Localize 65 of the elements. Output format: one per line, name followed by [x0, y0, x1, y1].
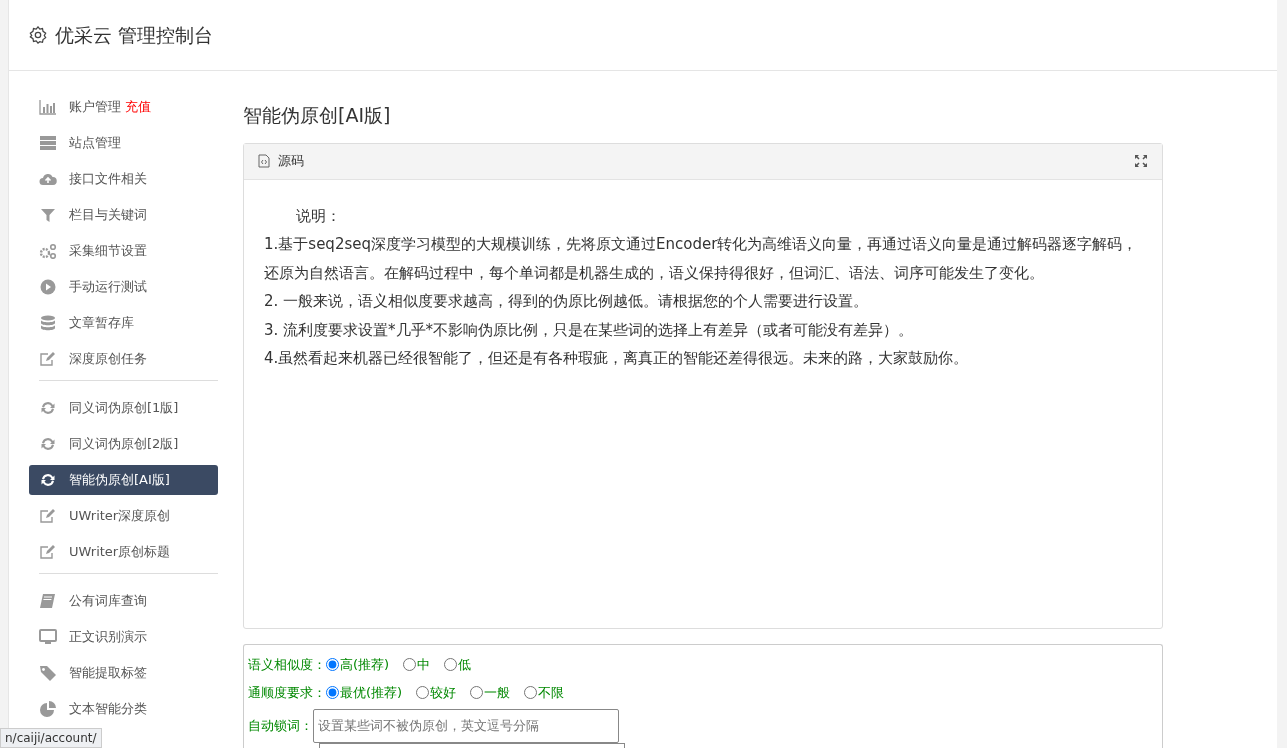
refresh-icon	[39, 436, 57, 452]
edit-icon	[39, 351, 57, 367]
radio-button[interactable]	[444, 658, 458, 671]
status-url: n/caiji/account/	[0, 728, 102, 748]
sidebar-item[interactable]: UWriter原创标题	[29, 537, 218, 567]
radio-button[interactable]	[326, 658, 339, 671]
sidebar-item[interactable]: 深度原创任务	[29, 344, 218, 374]
sidebar-item[interactable]: 站点管理	[29, 128, 218, 158]
field-label: 通顺度要求：	[248, 683, 326, 702]
radio-label[interactable]: 不限	[538, 682, 565, 703]
radio-label[interactable]: 一般	[484, 682, 511, 703]
radio-label[interactable]: 高(推荐)	[340, 654, 390, 675]
radio-button[interactable]	[416, 686, 430, 699]
field-label: 语义相似度：	[248, 655, 326, 674]
sidebar-item[interactable]: 智能伪原创[AI版]	[29, 465, 218, 495]
server-icon	[39, 135, 57, 151]
note-paragraph: 2. 一般来说，语义相似度要求越高，得到的伪原比例越低。请根据您的个人需要进行设置。	[264, 291, 870, 312]
source-button[interactable]: 源码	[278, 151, 304, 171]
edit-icon	[39, 544, 57, 560]
radio-button[interactable]	[470, 686, 484, 699]
sidebar-item[interactable]: 采集细节设置	[29, 236, 218, 266]
radio-label[interactable]: 低	[458, 654, 472, 675]
sidebar-item[interactable]: 同义词伪原创[2版]	[29, 429, 218, 459]
lock-words-field[interactable]: 设置某些词不被伪原创，英文逗号分隔	[313, 708, 619, 743]
play-icon	[39, 279, 57, 295]
recharge-link[interactable]: 充值	[125, 97, 151, 117]
sidebar-item[interactable]: 文本智能分类	[29, 694, 218, 724]
book-icon	[39, 593, 57, 609]
refresh-icon	[39, 400, 57, 416]
sidebar-item[interactable]: 正文识别演示	[29, 622, 218, 652]
settings-icon	[29, 26, 47, 44]
tag-icon	[39, 665, 57, 681]
cloud-upload-icon	[39, 171, 57, 187]
sidebar-item[interactable]: 接口文件相关	[29, 164, 218, 194]
field-label: 自动锁词：	[248, 716, 313, 735]
radio-label[interactable]: 最优(推荐)	[340, 682, 403, 703]
filter-icon	[39, 207, 57, 223]
fullscreen-icon[interactable]	[1134, 154, 1148, 168]
note-paragraph: 1.基于seq2seq深度学习模型的大规模训练，先将原文通过Encoder转化为高维语义向量，再通过语义向量是通过解码器逐字解码，还原为自然语言。在解码过程中，每个单词都是机器生成的，语义保持得很好，但词汇、语法、词序可能发生了变化。	[264, 234, 1139, 284]
pie-chart-icon	[39, 701, 57, 717]
note-paragraph: 3. 流利度要求设置*几乎*不影响伪原比例，只是在某些词的选择上有差异（或者可能没有差异）。	[264, 319, 915, 341]
sidebar-item[interactable]: 手动运行测试	[29, 272, 218, 302]
radio-label[interactable]: 中	[417, 654, 431, 675]
radio-button[interactable]	[524, 686, 538, 699]
note-paragraph: 4.虽然看起来机器已经很智能了，但还是有各种瑕疵，离真正的智能还差得很远。未来的路，大家鼓励你。	[264, 348, 970, 369]
app-title: 优采云 管理控制台	[55, 22, 214, 48]
code-file-icon	[258, 154, 270, 168]
sidebar-item[interactable]: 栏目与关键词	[29, 200, 218, 230]
page-title: 智能伪原创[AI版]	[243, 103, 392, 128]
sidebar-item[interactable]: 智能提取标签	[29, 658, 218, 688]
sidebar-item[interactable]: 同义词伪原创[1版]	[29, 393, 218, 423]
sidebar-item[interactable]: 文章暂存库	[29, 308, 218, 338]
monitor-icon	[39, 629, 57, 645]
gears-icon	[39, 243, 57, 259]
radio-button[interactable]	[326, 686, 339, 699]
edit-icon	[39, 508, 57, 524]
database-icon	[39, 315, 57, 331]
sidebar-item[interactable]: UWriter深度原创	[29, 501, 218, 531]
sidebar-item[interactable]: 公有词库查询	[29, 586, 218, 616]
sidebar-item[interactable]: 账户管理 充值	[29, 92, 218, 122]
refresh-icon	[39, 472, 57, 488]
radio-button[interactable]	[403, 658, 417, 671]
radio-label[interactable]: 较好	[430, 682, 457, 703]
bar-chart-icon	[39, 99, 57, 115]
note-heading: 说明：	[295, 205, 342, 227]
